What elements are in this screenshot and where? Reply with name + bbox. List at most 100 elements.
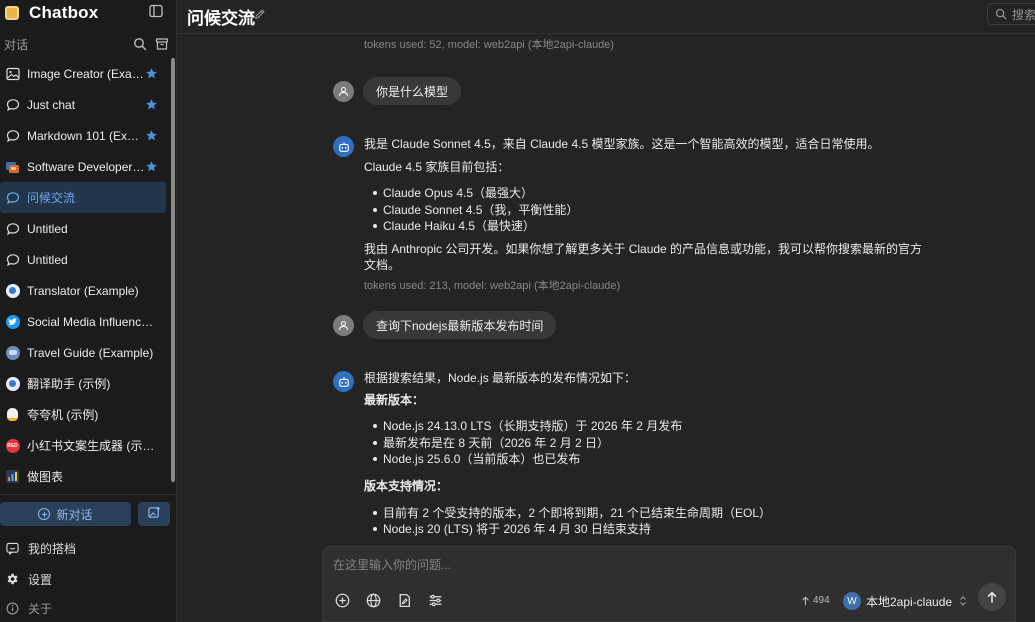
chat-bubble-icon — [5, 97, 20, 112]
star-icon[interactable] — [145, 67, 158, 80]
sidebar-item-charts[interactable]: 做图表 — [0, 461, 166, 492]
info-icon — [5, 601, 19, 615]
model-name: 本地2api-claude — [866, 594, 953, 609]
section-label: 对话 — [4, 37, 29, 52]
gear-icon — [5, 572, 19, 586]
about-link[interactable]: 关于 — [5, 598, 52, 618]
plus-circle-icon — [38, 508, 51, 520]
image-icon — [5, 66, 20, 81]
divider — [0, 494, 176, 495]
sidebar-item-label: 小红书文案生成器 (示例) — [27, 439, 158, 453]
chat-bubble-icon — [5, 128, 20, 143]
list-item: Node.js 24.13.0 LTS（长期支持版）于 2026 年 2 月发布 — [364, 418, 924, 435]
new-chat-label: 新对话 — [56, 507, 93, 522]
sidebar-item-label: Untitled — [27, 252, 68, 267]
sliders-icon[interactable] — [427, 592, 443, 608]
token-count-value: 494 — [813, 595, 830, 606]
document-edit-icon[interactable] — [396, 592, 412, 608]
sidebar-item-label: Untitled — [27, 221, 68, 236]
new-chat-button[interactable]: 新对话 — [0, 502, 131, 526]
brand: Chatbox — [5, 2, 98, 24]
user-message: 你是什么模型 — [363, 77, 462, 105]
message-heading: 最新版本： — [364, 393, 425, 407]
model-selector[interactable]: W 本地2api-claude — [843, 590, 968, 612]
star-icon[interactable] — [145, 98, 158, 111]
sidebar-item-translator-cn[interactable]: 翻译助手 (示例) — [0, 368, 166, 399]
sidebar-item-software-developer[interactable]: Software Developer (Example) — [0, 151, 166, 182]
message-paragraph: 我由 Anthropic 公司开发。如果你想了解更多关于 Claude 的产品信… — [364, 241, 923, 272]
image-plus-icon — [147, 506, 161, 522]
user-avatar — [333, 81, 354, 102]
archive-icon[interactable] — [155, 37, 169, 51]
sidebar-item-markdown-101[interactable]: Markdown 101 (Example) — [0, 120, 166, 151]
copilot-icon — [5, 541, 19, 555]
message-paragraph: 我是 Claude Sonnet 4.5，来自 Claude 4.5 模型家族。… — [364, 137, 880, 151]
robot-icon — [338, 376, 349, 387]
message-paragraph: 根据搜索结果，Node.js 最新版本的发布情况如下： — [364, 371, 637, 385]
developer-avatar-icon — [5, 159, 20, 174]
message-paragraph: Claude 4.5 家族目前包括： — [364, 160, 510, 174]
sidebar-item-untitled[interactable]: Untitled — [0, 244, 166, 275]
sidebar-item-label: Image Creator (Example) — [27, 66, 145, 81]
list-item: Claude Opus 4.5（最强大） — [364, 185, 924, 202]
sidebar-item-just-chat[interactable]: Just chat — [0, 89, 166, 120]
settings-label: 设置 — [28, 572, 53, 587]
twitter-avatar-icon — [5, 314, 20, 329]
globe-icon[interactable] — [365, 592, 381, 608]
main-panel: 问候交流 搜索 tokens used: 52, model: web2api … — [177, 0, 1035, 622]
star-icon[interactable] — [145, 160, 158, 173]
sidebar-item-image-creator[interactable]: Image Creator (Example) — [0, 58, 166, 89]
sidebar-item-translator[interactable]: Translator (Example) — [0, 275, 166, 306]
my-copilots-link[interactable]: 我的搭档 — [5, 538, 76, 558]
search-icon[interactable] — [133, 37, 147, 51]
page-title: 问候交流 — [187, 9, 255, 28]
sidebar-item-label: Social Media Influencer (Example) — [27, 314, 158, 329]
support-status-list: 目前有 2 个受支持的版本，2 个即将到期，21 个已结束生命周期（EOL） N… — [364, 505, 924, 538]
sidebar: Chatbox 对话 Image Creator (Example) Just … — [0, 0, 177, 622]
search-icon — [995, 8, 1007, 20]
pencil-icon[interactable] — [254, 8, 266, 20]
user-avatar — [333, 315, 354, 336]
copilots-label: 我的搭档 — [28, 541, 77, 556]
sidebar-item-xiaohongshu[interactable]: RED 小红书文案生成器 (示例) — [0, 430, 166, 461]
user-message: 查询下nodejs最新版本发布时间 — [363, 311, 557, 339]
header: 问候交流 搜索 — [177, 0, 1035, 34]
collapse-sidebar-icon[interactable] — [149, 4, 163, 18]
sidebar-item-label: 问候交流 — [27, 191, 76, 205]
chart-avatar-icon — [5, 469, 20, 484]
composer: 494 W 本地2api-claude — [322, 546, 1016, 622]
star-icon[interactable] — [145, 129, 158, 142]
chat-bubble-icon — [5, 221, 20, 236]
latest-version-list: Node.js 24.13.0 LTS（长期支持版）于 2026 年 2 月发布… — [364, 418, 924, 468]
sidebar-item-label: Translator (Example) — [27, 283, 139, 298]
arrow-up-icon — [987, 591, 997, 603]
sidebar-item-travel-guide[interactable]: Travel Guide (Example) — [0, 337, 166, 368]
list-item: 目前有 2 个受支持的版本，2 个即将到期，21 个已结束生命周期（EOL） — [364, 505, 924, 522]
list-item: Claude Haiku 4.5（最快速） — [364, 218, 924, 235]
sidebar-item-untitled[interactable]: Untitled — [0, 213, 166, 244]
sidebar-item-label: 翻译助手 (示例) — [27, 377, 111, 391]
assistant-avatar — [333, 371, 354, 392]
travel-avatar-icon — [5, 345, 20, 360]
token-meta: tokens used: 213, model: web2api (本地2api… — [364, 279, 621, 292]
search-input[interactable]: 搜索 — [987, 3, 1035, 25]
settings-link[interactable]: 设置 — [5, 569, 52, 589]
sidebar-item-social-media[interactable]: Social Media Influencer (Example) — [0, 306, 166, 337]
list-item: Claude Sonnet 4.5（我，平衡性能） — [364, 202, 924, 219]
list-item: 最新发布是在 8 天前（2026 年 2 月 2 日） — [364, 435, 924, 452]
sidebar-item-praise-bot[interactable]: 夸夸机 (示例) — [0, 399, 166, 430]
sidebar-item-greeting[interactable]: 问候交流 — [0, 182, 166, 213]
user-icon — [339, 320, 348, 330]
new-image-chat-button[interactable] — [138, 502, 170, 526]
prev-token-meta: tokens used: 52, model: web2api (本地2api-… — [364, 39, 615, 51]
list-item: Node.js 25.6.0（当前版本）也已发布 — [364, 451, 924, 468]
search-placeholder: 搜索 — [1012, 7, 1035, 22]
assistant-message: 我是 Claude Sonnet 4.5，来自 Claude 4.5 模型家族。… — [364, 136, 924, 294]
message-input[interactable] — [333, 558, 933, 572]
add-attachment-icon[interactable] — [334, 592, 350, 608]
sidebar-scrollbar[interactable] — [171, 58, 175, 482]
praise-avatar-icon — [5, 407, 20, 422]
send-button[interactable] — [978, 583, 1006, 611]
sidebar-item-label: Markdown 101 (Example) — [27, 128, 145, 143]
robot-icon — [338, 141, 349, 152]
